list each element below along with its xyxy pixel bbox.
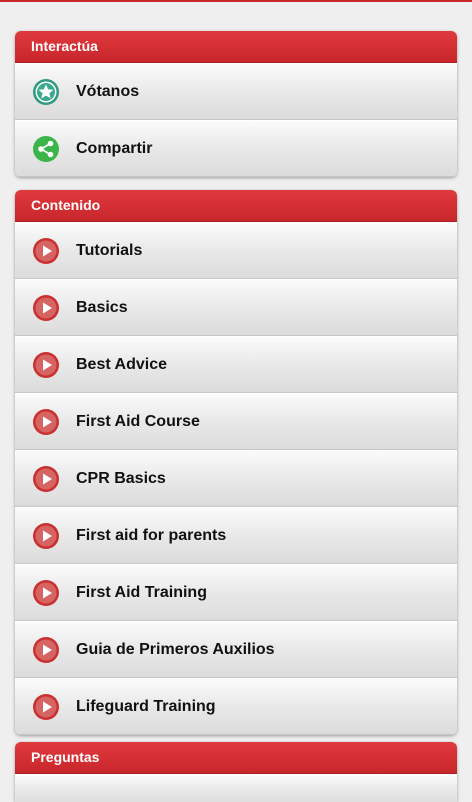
list-item-lifeguard-training[interactable]: Lifeguard Training (15, 678, 457, 735)
play-icon (33, 351, 59, 378)
list-item-cpr-basics[interactable]: CPR Basics (15, 450, 457, 507)
list-item-label: First Aid Training (76, 583, 207, 601)
play-icon (33, 237, 59, 264)
list-item-basics[interactable]: Basics (15, 279, 457, 336)
play-icon (33, 693, 59, 720)
play-icon (33, 522, 59, 549)
list-item-first-aid-training[interactable]: First Aid Training (15, 564, 457, 621)
section-interactua: Interactúa Vótanos Compartir (15, 31, 457, 177)
share-icon (33, 135, 59, 162)
list-item-compartir[interactable]: Compartir (15, 120, 457, 177)
play-icon (33, 294, 59, 321)
list-item-label: Tutorials (76, 241, 143, 259)
section-header: Contenido (15, 190, 457, 222)
list-item-label: Compartir (76, 139, 153, 157)
play-icon (33, 579, 59, 606)
star-icon (33, 78, 59, 105)
list-item-partial[interactable] (15, 774, 457, 802)
list-item-label: Best Advice (76, 355, 167, 373)
list-item-votanos[interactable]: Vótanos (15, 63, 457, 120)
section-preguntas: Preguntas (15, 742, 457, 802)
list-item-label: Lifeguard Training (76, 697, 216, 715)
list-item-tutorials[interactable]: Tutorials (15, 222, 457, 279)
play-icon (33, 465, 59, 492)
section-header: Interactúa (15, 31, 457, 63)
play-icon (33, 636, 59, 663)
list-item-guia-primeros-auxilios[interactable]: Guia de Primeros Auxilios (15, 621, 457, 678)
top-accent-line (0, 0, 472, 2)
section-contenido: Contenido Tutorials Basics Best Advice F… (15, 190, 457, 735)
list-item-first-aid-for-parents[interactable]: First aid for parents (15, 507, 457, 564)
list-item-label: Vótanos (76, 82, 140, 100)
list-item-label: CPR Basics (76, 469, 166, 487)
list-item-label: First Aid Course (76, 412, 200, 430)
list-item-label: Guia de Primeros Auxilios (76, 640, 275, 658)
list-item-first-aid-course[interactable]: First Aid Course (15, 393, 457, 450)
list-item-label: First aid for parents (76, 526, 227, 544)
list-item-best-advice[interactable]: Best Advice (15, 336, 457, 393)
section-header: Preguntas (15, 742, 457, 774)
list-item-label: Basics (76, 298, 128, 316)
play-icon (33, 408, 59, 435)
